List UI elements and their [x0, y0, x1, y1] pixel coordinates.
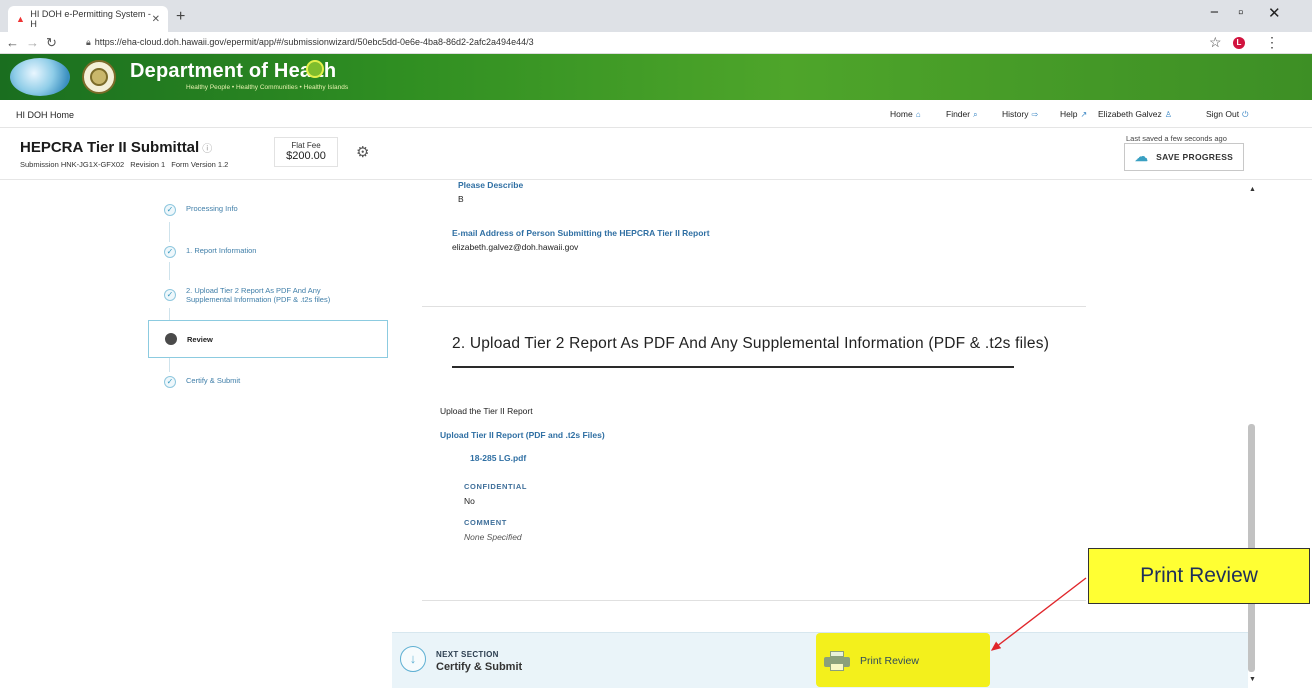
- gear-icon[interactable]: ⚙: [356, 143, 369, 161]
- nav-help[interactable]: Help ↗: [1060, 109, 1087, 119]
- department-title: Department of Health: [130, 60, 337, 82]
- new-tab-button[interactable]: +: [176, 8, 185, 26]
- step-processing-info[interactable]: ✓ Processing Info: [148, 204, 388, 216]
- top-navigation: HI DOH Home Home ⌂ Finder ⌕ History ⇨ Help ↗…: [0, 100, 1312, 128]
- scroll-up-icon[interactable]: ▲: [1249, 186, 1256, 193]
- check-icon: ✓: [164, 376, 176, 388]
- nav-history[interactable]: History ⇨: [1002, 109, 1038, 119]
- check-icon: ✓: [164, 204, 176, 216]
- user-icon: ♙: [1164, 110, 1172, 119]
- browser-menu-icon[interactable]: ⋮: [1265, 34, 1279, 51]
- bookmark-star-icon[interactable]: ☆: [1209, 34, 1222, 51]
- help-icon[interactable]: ⓘ: [202, 144, 212, 155]
- minimize-icon[interactable]: −: [1210, 4, 1219, 21]
- scroll-down-icon[interactable]: ▼: [1249, 676, 1256, 683]
- lock-icon: 🔒︎: [86, 37, 91, 47]
- state-seal-icon: [82, 60, 116, 94]
- reload-icon[interactable]: ↻: [46, 35, 57, 51]
- section-heading: 2. Upload Tier 2 Report As PDF And Any S…: [452, 335, 1050, 352]
- confidential-label: CONFIDENTIAL: [464, 482, 528, 491]
- printer-icon: [824, 651, 850, 671]
- review-content: Please Describe B E-mail Address of Pers…: [388, 180, 1256, 688]
- arrow-down-icon[interactable]: ↓: [400, 646, 426, 672]
- annotation-callout: Print Review: [1088, 548, 1310, 604]
- home-icon: ⌂: [915, 110, 921, 119]
- window-close-icon[interactable]: ✕: [1268, 4, 1281, 22]
- site-favicon-icon: ▲: [16, 14, 25, 24]
- check-icon: ✓: [164, 289, 176, 301]
- search-icon: ⌕: [973, 110, 978, 119]
- wizard-steps: ✓ Processing Info ✓ 1. Report Informatio…: [148, 180, 388, 688]
- address-bar-row: ← → ↻ 🔒︎ https://eha-cloud.doh.hawaii.gov…: [0, 32, 1312, 54]
- step-upload-tier2[interactable]: ✓ 2. Upload Tier 2 Report As PDF And Any…: [148, 286, 388, 304]
- forward-icon[interactable]: →: [26, 35, 39, 50]
- comment-label: COMMENT: [464, 518, 507, 527]
- please-describe-value: B: [458, 194, 464, 204]
- step-review[interactable]: Review: [148, 320, 388, 358]
- doh-emblem-icon: [306, 60, 324, 78]
- nav-sign-out[interactable]: Sign Out ⏻: [1206, 109, 1248, 120]
- browser-tab[interactable]: ▲ HI DOH e-Permitting System - H ✕: [8, 6, 168, 32]
- please-describe-label: Please Describe: [458, 180, 524, 190]
- browser-tabbar: ▲ HI DOH e-Permitting System - H ✕ + − ▫…: [0, 0, 1312, 32]
- bottom-action-bar: ↓ NEXT SECTION Certify & Submit Print Re…: [392, 632, 1248, 688]
- print-review-button[interactable]: Print Review: [824, 651, 919, 671]
- email-value: elizabeth.galvez@doh.hawaii.gov: [452, 242, 579, 252]
- fee-box: Flat Fee $200.00: [274, 137, 338, 167]
- nav-user[interactable]: Elizabeth Galvez ♙: [1098, 109, 1172, 119]
- check-icon: ✓: [164, 246, 176, 258]
- cloud-upload-icon: ☁: [1134, 149, 1149, 164]
- nav-finder[interactable]: Finder ⌕: [946, 109, 978, 120]
- url-field[interactable]: 🔒︎ https://eha-cloud.doh.hawaii.gov/eperm…: [86, 37, 534, 48]
- step-report-information[interactable]: ✓ 1. Report Information: [148, 246, 388, 258]
- profile-avatar[interactable]: L: [1233, 37, 1245, 49]
- email-label: E-mail Address of Person Submitting the …: [452, 228, 710, 238]
- section-underline: [452, 366, 1014, 368]
- section-divider: [422, 306, 1086, 307]
- next-section-name[interactable]: Certify & Submit: [436, 661, 522, 673]
- confidential-value: No: [464, 496, 475, 506]
- history-icon: ⇨: [1031, 110, 1039, 119]
- tab-close-icon[interactable]: ✕: [152, 14, 160, 25]
- last-saved-note: Last saved a few seconds ago: [1126, 134, 1227, 143]
- external-link-icon: ↗: [1080, 110, 1088, 119]
- back-icon[interactable]: ←: [6, 35, 19, 50]
- submission-title: HEPCRA Tier II Submittal ⓘ: [20, 139, 213, 156]
- uploaded-file-link[interactable]: 18-285 LG.pdf: [470, 453, 526, 463]
- maximize-icon[interactable]: ▫: [1238, 4, 1243, 21]
- save-progress-button[interactable]: ☁ SAVE PROGRESS: [1124, 143, 1244, 171]
- step-certify-submit[interactable]: ✓ Certify & Submit: [148, 376, 388, 388]
- submission-meta: Submission HNK-JG1X-GFX02 Revision 1 Form …: [20, 160, 229, 169]
- comment-value: None Specified: [464, 532, 522, 542]
- upload-intro: Upload the Tier II Report: [440, 406, 533, 416]
- home-brand-link[interactable]: HI DOH Home: [16, 110, 74, 120]
- site-banner: Department of Health Healthy People • He…: [0, 54, 1312, 100]
- wave-logo-icon: [10, 58, 70, 96]
- nav-home[interactable]: Home ⌂: [890, 109, 921, 119]
- department-tagline: Healthy People • Healthy Communities • H…: [186, 84, 349, 91]
- section-divider-bottom: [422, 600, 1086, 601]
- submission-header: HEPCRA Tier II Submittal ⓘ Submission HNK…: [0, 128, 1312, 180]
- power-icon: ⏻: [1242, 110, 1249, 119]
- upload-label: Upload Tier II Report (PDF and .t2s File…: [440, 430, 605, 440]
- next-section-label: NEXT SECTION: [436, 650, 499, 659]
- tab-title: HI DOH e-Permitting System - H: [30, 9, 151, 29]
- current-step-dot-icon: [165, 333, 177, 345]
